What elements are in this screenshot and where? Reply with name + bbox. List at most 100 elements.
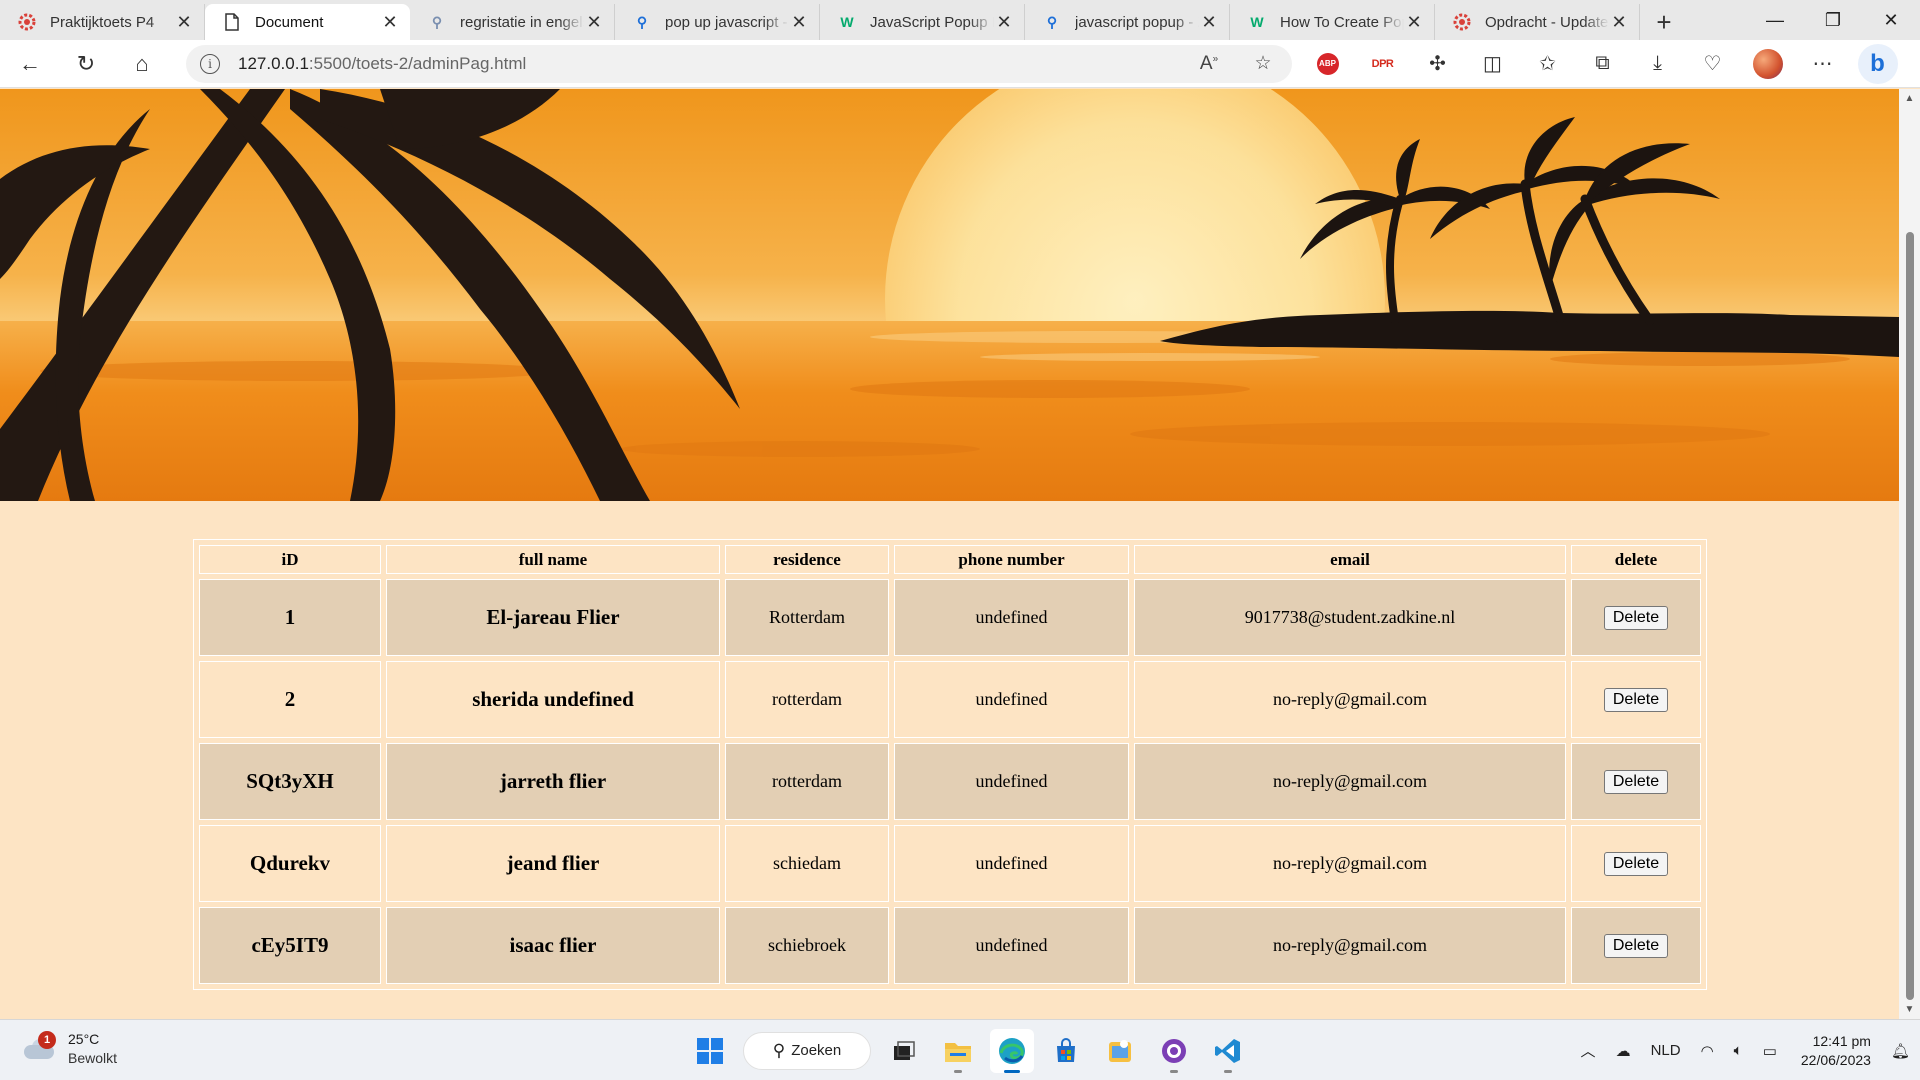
cell-email: no-reply@gmail.com (1134, 825, 1566, 902)
table-row: 2 sherida undefined rotterdam undefined … (199, 661, 1701, 738)
adblock-icon[interactable]: ABP (1300, 44, 1355, 84)
tab-close-icon[interactable]: ✕ (584, 12, 604, 33)
cell-residence: schiedam (725, 825, 889, 902)
start-windows-icon[interactable] (688, 1029, 732, 1073)
search-icon: ⚲ (772, 1040, 786, 1060)
favorites-icon[interactable]: ✩ (1520, 44, 1575, 84)
tab-close-icon[interactable]: ✕ (994, 12, 1014, 33)
restore-icon[interactable]: ❐ (1804, 0, 1862, 40)
window-controls: — ❐ ✕ (1746, 0, 1920, 40)
cell-full-name: El-jareau Flier (386, 579, 720, 656)
tab-4[interactable]: W JavaScript Popup Boxes ✕ (820, 4, 1025, 40)
tab-close-icon[interactable]: ✕ (1199, 12, 1219, 33)
download-icon[interactable]: ⤓ (1630, 44, 1685, 84)
github-desktop-icon[interactable] (1152, 1029, 1196, 1073)
sunset-banner-image (0, 89, 1899, 501)
task-view-icon[interactable] (882, 1029, 926, 1073)
cell-email: no-reply@gmail.com (1134, 743, 1566, 820)
tab-2[interactable]: ⚲ regristatie in engels ✕ (410, 4, 615, 40)
tab-7[interactable]: Opdracht - Update ✕ (1435, 4, 1640, 40)
tab-label: javascript popup - Zoeken (1075, 13, 1199, 31)
cell-id: SQt3yXH (199, 743, 381, 820)
url-path: :5500/toets-2/adminPag.html (308, 53, 527, 73)
scrollbar-thumb[interactable] (1906, 232, 1914, 1000)
cell-email: 9017738@student.zadkine.nl (1134, 579, 1566, 656)
cell-phone-number: undefined (894, 579, 1129, 656)
back-arrow-icon[interactable]: ← (4, 44, 56, 84)
table-row: SQt3yXH jarreth flier rotterdam undefine… (199, 743, 1701, 820)
volume-icon[interactable]: 🔈︎ (1724, 1042, 1753, 1059)
favorite-star-icon[interactable]: ☆ (1248, 52, 1278, 75)
site-info-icon[interactable]: i (200, 53, 220, 74)
delete-button[interactable]: Delete (1603, 687, 1669, 712)
profile-avatar[interactable] (1740, 44, 1795, 84)
cell-residence: rotterdam (725, 743, 889, 820)
language-indicator[interactable]: NLD (1641, 1042, 1691, 1059)
tab-3[interactable]: ⚲ pop up javascript - Zoeken ✕ (615, 4, 820, 40)
tab-close-icon[interactable]: ✕ (1404, 12, 1424, 33)
w3schools-icon: W (840, 14, 854, 30)
weather-widget[interactable]: 1 25°C Bewolkt (22, 1030, 117, 1068)
cell-email: no-reply@gmail.com (1134, 907, 1566, 984)
tab-close-icon[interactable]: ✕ (789, 12, 809, 33)
new-tab-button[interactable]: + (1644, 4, 1684, 40)
delete-button[interactable]: Delete (1603, 605, 1669, 630)
tab-6[interactable]: W How To Create Popups ✕ (1230, 4, 1435, 40)
edge-browser-icon[interactable] (990, 1028, 1034, 1073)
battery-icon[interactable]: ▭ (1753, 1042, 1787, 1060)
microsoft-store-icon[interactable] (1044, 1029, 1088, 1073)
delete-button[interactable]: Delete (1603, 769, 1669, 794)
taskbar-search-button[interactable]: ⚲ Zoeken (743, 1031, 871, 1070)
tab-5[interactable]: ⚲ javascript popup - Zoeken ✕ (1025, 4, 1230, 40)
header-delete: delete (1571, 545, 1701, 574)
extensions-puzzle-icon[interactable]: ✣ (1410, 44, 1465, 84)
close-window-icon[interactable]: ✕ (1862, 0, 1920, 40)
chevron-up-icon[interactable]: ︿ (1571, 1040, 1606, 1061)
cell-phone-number: undefined (894, 825, 1129, 902)
document-icon (223, 13, 241, 31)
tab-close-icon[interactable]: ✕ (380, 12, 400, 33)
cell-delete: Delete (1571, 579, 1701, 656)
delete-button[interactable]: Delete (1603, 851, 1669, 876)
cell-delete: Delete (1571, 825, 1701, 902)
delete-button[interactable]: Delete (1603, 933, 1669, 958)
more-options-icon[interactable]: ⋯ (1795, 44, 1850, 84)
vscode-icon[interactable] (1206, 1029, 1250, 1073)
cell-id: cEy5IT9 (199, 907, 381, 984)
cloud-icon: 1 (22, 1031, 56, 1061)
home-icon[interactable]: ⌂ (116, 44, 168, 84)
wifi-icon[interactable]: ◠ (1691, 1042, 1724, 1060)
bing-copilot-icon[interactable]: b (1850, 43, 1905, 84)
cell-id: 2 (199, 661, 381, 738)
minimize-icon[interactable]: — (1746, 0, 1804, 40)
file-explorer-icon[interactable] (936, 1029, 980, 1073)
cell-delete: Delete (1571, 743, 1701, 820)
tab-0[interactable]: Praktijktoets P4 ✕ (0, 4, 205, 40)
windows-taskbar: 1 25°C Bewolkt ⚲ Zoeken ︿ ☁ NLD ◠ 🔈︎ ▭ 1… (0, 1019, 1920, 1080)
scroll-down-arrow-icon[interactable]: ▼ (1899, 1004, 1920, 1015)
split-screen-icon[interactable]: ◫ (1465, 44, 1520, 84)
collections-icon[interactable]: ⧉ (1575, 44, 1630, 84)
read-aloud-icon[interactable]: A» (1194, 53, 1224, 75)
address-bar[interactable]: i 127.0.0.1 :5500/toets-2/adminPag.html … (186, 44, 1292, 83)
paint-app-icon[interactable] (1098, 1029, 1142, 1073)
table-row: Qdurekv jeand flier schiedam undefined n… (199, 825, 1701, 902)
system-tray: ︿ ☁ NLD ◠ 🔈︎ ▭ 12:41 pm 22/06/2023 🔔︎ (1571, 1020, 1920, 1080)
browser-essentials-icon[interactable]: ♡ (1685, 44, 1740, 84)
tab-close-icon[interactable]: ✕ (174, 12, 194, 33)
search-icon: ⚲ (636, 13, 648, 30)
page-scrollbar[interactable]: ▲ ▼ (1899, 89, 1920, 1019)
cell-full-name: jarreth flier (386, 743, 720, 820)
page-viewport: iD full name residence phone number emai… (0, 89, 1899, 1019)
scroll-up-arrow-icon[interactable]: ▲ (1899, 93, 1920, 104)
refresh-icon[interactable]: ↻ (60, 44, 112, 84)
tab-close-icon[interactable]: ✕ (1609, 12, 1629, 33)
search-icon: ⚲ (1046, 13, 1058, 30)
notification-badge: 1 (38, 1031, 56, 1049)
notification-bell-icon[interactable]: 🔔︎ (1881, 1042, 1920, 1060)
onedrive-cloud-icon[interactable]: ☁ (1606, 1042, 1641, 1060)
cell-delete: Delete (1571, 907, 1701, 984)
clock[interactable]: 12:41 pm 22/06/2023 (1787, 1032, 1881, 1070)
tab-1[interactable]: Document ✕ (205, 4, 410, 40)
dpr-extension-icon[interactable]: DPR (1355, 44, 1410, 84)
